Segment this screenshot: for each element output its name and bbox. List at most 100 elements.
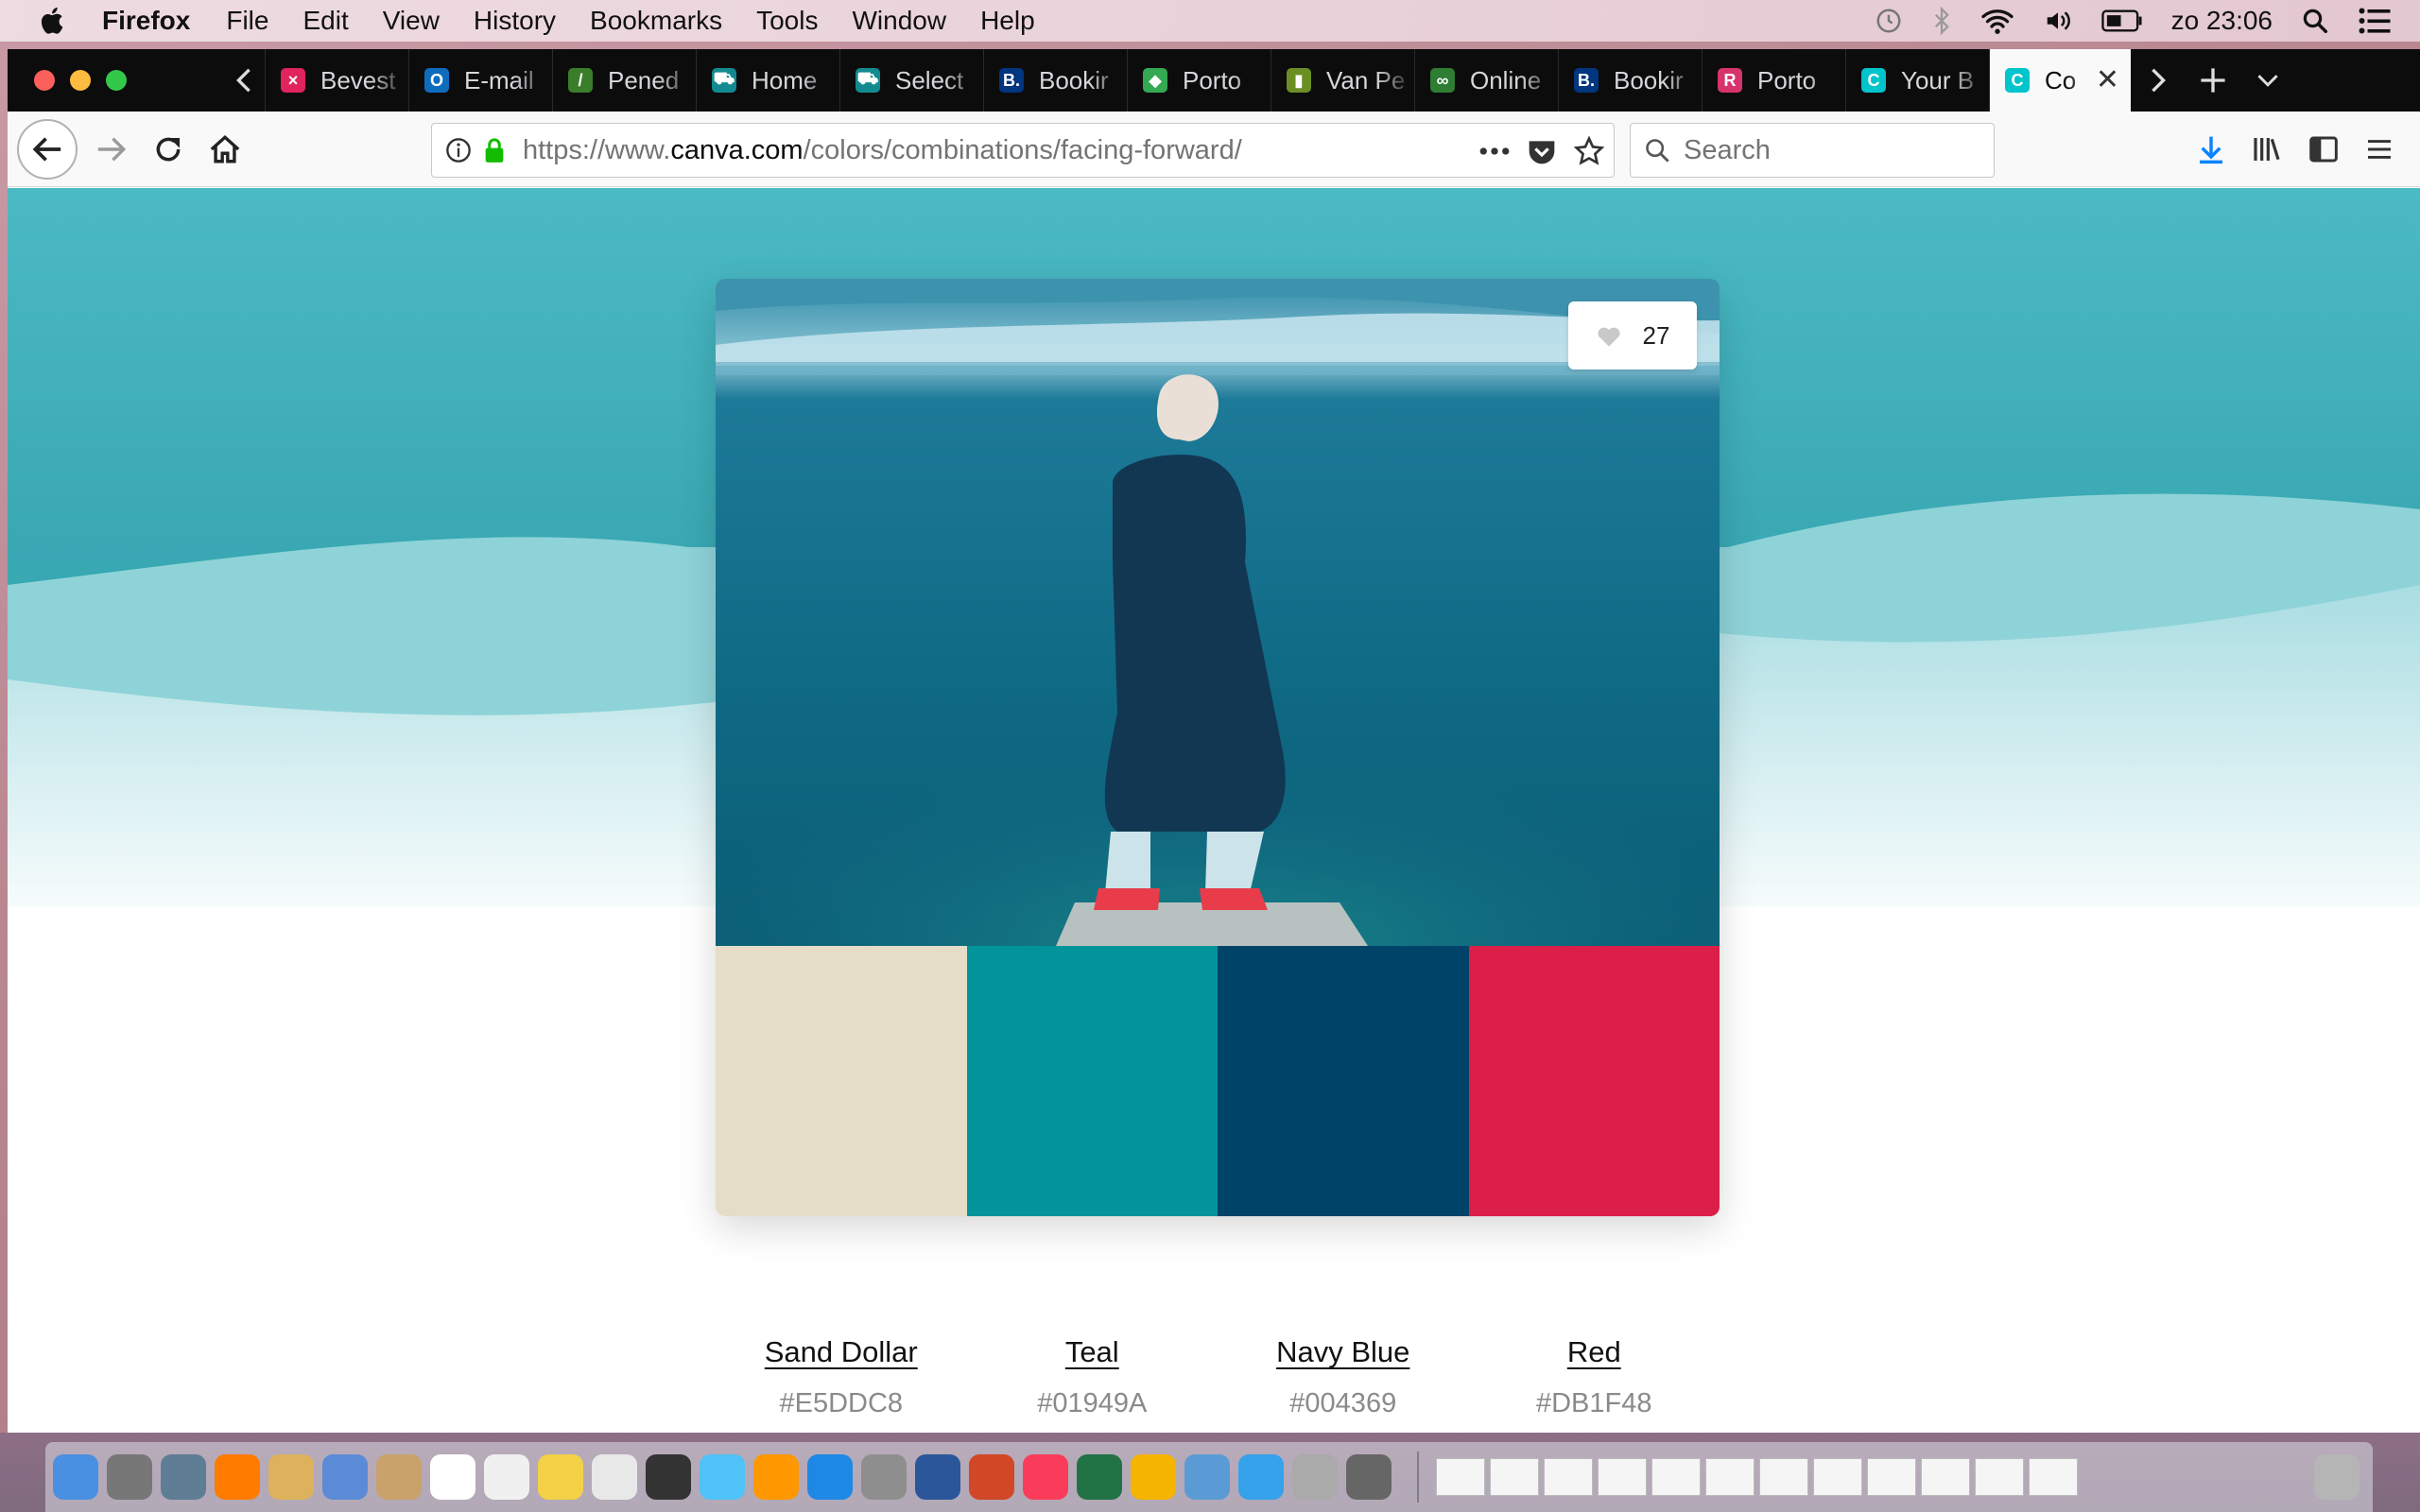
reload-button[interactable] xyxy=(140,121,197,178)
trash-icon[interactable] xyxy=(2314,1454,2360,1500)
dock-app-icon[interactable] xyxy=(376,1454,422,1500)
menu-tools[interactable]: Tools xyxy=(756,6,818,36)
tab[interactable]: ◆ Porto xyxy=(1127,49,1270,112)
library-icon[interactable] xyxy=(2252,135,2282,163)
dock-app-icon[interactable] xyxy=(1023,1454,1068,1500)
star-icon[interactable] xyxy=(1574,136,1604,166)
home-button[interactable] xyxy=(197,121,253,178)
tab[interactable]: B. Bookir xyxy=(1558,49,1702,112)
dock-minimized-window[interactable] xyxy=(1921,1458,1970,1496)
dock-app-icon[interactable] xyxy=(700,1454,745,1500)
spotlight-search-icon[interactable] xyxy=(2301,7,2329,35)
wifi-icon[interactable] xyxy=(1980,7,2014,35)
download-icon[interactable] xyxy=(2197,134,2225,164)
tab[interactable]: / Pened xyxy=(552,49,696,112)
dock-app-icon[interactable] xyxy=(215,1454,260,1500)
dock-app-icon[interactable] xyxy=(753,1454,799,1500)
dock-app-icon[interactable] xyxy=(53,1454,98,1500)
tab[interactable]: ∞ Online xyxy=(1414,49,1558,112)
bluetooth-icon[interactable] xyxy=(1931,7,1952,35)
tab[interactable]: C Your B xyxy=(1845,49,1989,112)
like-button[interactable]: 27 xyxy=(1568,301,1697,369)
dock-minimized-window[interactable] xyxy=(1759,1458,1808,1496)
dock-minimized-window[interactable] xyxy=(1490,1458,1539,1496)
dock-app-icon[interactable] xyxy=(646,1454,691,1500)
menu-file[interactable]: File xyxy=(226,6,268,36)
back-button[interactable] xyxy=(17,118,78,180)
tab-active[interactable]: C Co ✕ xyxy=(1989,49,2131,112)
dock-minimized-window[interactable] xyxy=(1867,1458,1916,1496)
dock-app-icon[interactable] xyxy=(107,1454,152,1500)
dock-minimized-window[interactable] xyxy=(1813,1458,1862,1496)
dock-app-icon[interactable] xyxy=(268,1454,314,1500)
dock-app-icon[interactable] xyxy=(322,1454,368,1500)
new-tab-button[interactable] xyxy=(2186,49,2240,112)
zoom-window-button[interactable] xyxy=(106,70,127,91)
dock-app-icon[interactable] xyxy=(969,1454,1014,1500)
dock-app-icon[interactable] xyxy=(1184,1454,1230,1500)
swatch-sand-dollar[interactable] xyxy=(716,946,967,1216)
dock-minimized-window[interactable] xyxy=(1436,1458,1485,1496)
swatch-red[interactable] xyxy=(1468,946,1720,1216)
color-name-link[interactable]: Teal xyxy=(1065,1335,1119,1369)
battery-icon[interactable] xyxy=(2100,9,2143,33)
volume-icon[interactable] xyxy=(2043,7,2073,35)
dock-app-icon[interactable] xyxy=(1131,1454,1176,1500)
scroll-tabs-left-button[interactable] xyxy=(223,49,265,112)
dock-app-icon[interactable] xyxy=(161,1454,206,1500)
close-tab-icon[interactable]: ✕ xyxy=(2096,66,2119,94)
dock-app-icon[interactable] xyxy=(430,1454,475,1500)
scroll-tabs-right-button[interactable] xyxy=(2131,49,2186,112)
swatch-teal[interactable] xyxy=(966,946,1218,1216)
tab[interactable]: O E-mail xyxy=(408,49,552,112)
dock-minimized-window[interactable] xyxy=(2029,1458,2078,1496)
notification-center-icon[interactable] xyxy=(2358,7,2392,35)
all-tabs-button[interactable] xyxy=(2240,49,2295,112)
dock-minimized-window[interactable] xyxy=(1544,1458,1593,1496)
color-name-link[interactable]: Sand Dollar xyxy=(765,1335,918,1369)
tab[interactable]: ▮ Van Pe xyxy=(1270,49,1414,112)
menu-history[interactable]: History xyxy=(474,6,556,36)
pocket-icon[interactable] xyxy=(1527,137,1557,165)
color-name-link[interactable]: Navy Blue xyxy=(1276,1335,1409,1369)
minimize-window-button[interactable] xyxy=(70,70,91,91)
dock-app-icon[interactable] xyxy=(861,1454,907,1500)
menu-view[interactable]: View xyxy=(383,6,440,36)
lock-icon[interactable] xyxy=(483,137,506,163)
dock-minimized-window[interactable] xyxy=(1705,1458,1754,1496)
tab[interactable]: × Bevest xyxy=(265,49,408,112)
sidebar-icon[interactable] xyxy=(2308,135,2339,163)
menu-help[interactable]: Help xyxy=(980,6,1035,36)
tab[interactable]: B. Bookir xyxy=(983,49,1127,112)
palette-photo[interactable] xyxy=(716,279,1720,946)
dock-app-icon[interactable] xyxy=(538,1454,583,1500)
menu-bookmarks[interactable]: Bookmarks xyxy=(590,6,722,36)
dock-minimized-window[interactable] xyxy=(1975,1458,2024,1496)
dock-minimized-window[interactable] xyxy=(1598,1458,1647,1496)
dock-app-icon[interactable] xyxy=(1346,1454,1392,1500)
menubar-clock[interactable]: zo 23:06 xyxy=(2171,6,2273,36)
dock-app-icon[interactable] xyxy=(1238,1454,1284,1500)
apple-logo-icon[interactable] xyxy=(36,4,70,38)
forward-button[interactable] xyxy=(83,121,140,178)
color-name-link[interactable]: Red xyxy=(1567,1335,1621,1369)
ellipsis-icon[interactable] xyxy=(1479,146,1510,156)
dock-app-icon[interactable] xyxy=(807,1454,853,1500)
menu-app-name[interactable]: Firefox xyxy=(102,6,190,36)
dock-app-icon[interactable] xyxy=(1077,1454,1122,1500)
url-text[interactable]: https://www.canva.com/colors/combination… xyxy=(523,135,1242,166)
dock-app-icon[interactable] xyxy=(1292,1454,1338,1500)
close-window-button[interactable] xyxy=(34,70,55,91)
url-bar[interactable]: https://www.canva.com/colors/combination… xyxy=(431,123,1615,178)
dock-app-icon[interactable] xyxy=(484,1454,529,1500)
dock-app-icon[interactable] xyxy=(915,1454,960,1500)
dock-app-icon[interactable] xyxy=(592,1454,637,1500)
menu-window[interactable]: Window xyxy=(852,6,946,36)
time-machine-icon[interactable] xyxy=(1875,7,1903,35)
tab[interactable]: ⛟ Select xyxy=(839,49,983,112)
menu-edit[interactable]: Edit xyxy=(302,6,348,36)
tab[interactable]: R Porto xyxy=(1702,49,1845,112)
swatch-navy-blue[interactable] xyxy=(1218,946,1469,1216)
tab[interactable]: ⛟ Home xyxy=(696,49,839,112)
info-icon[interactable] xyxy=(445,137,472,163)
